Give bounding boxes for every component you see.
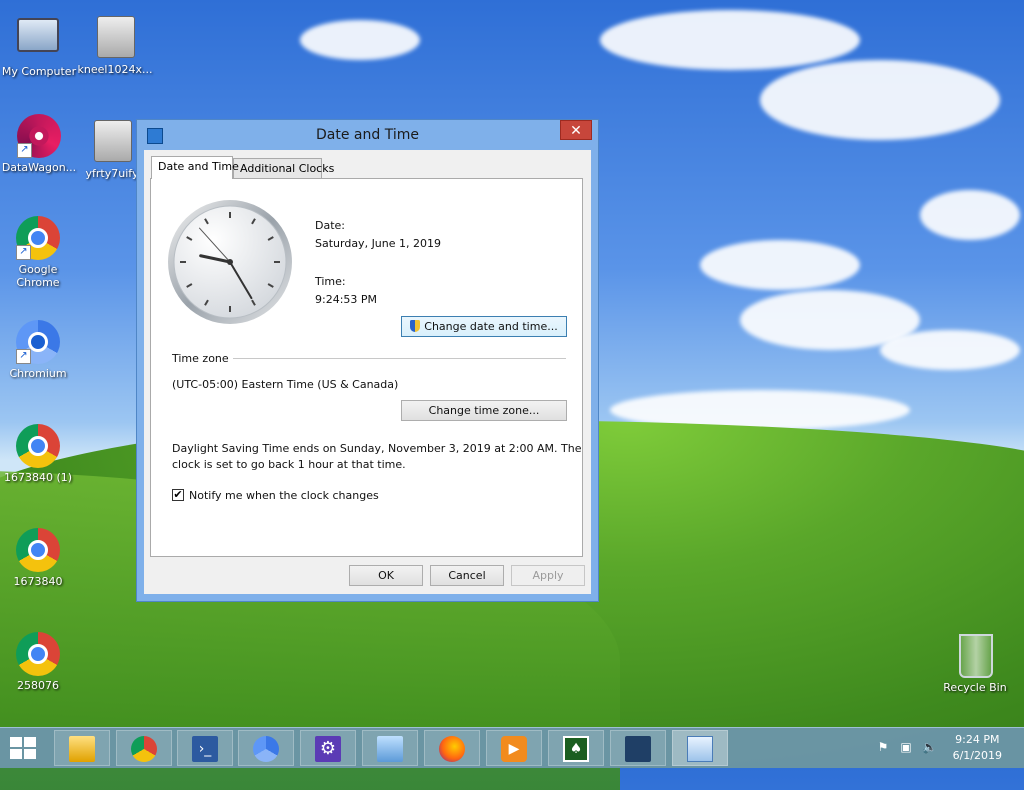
date-time-dialog: Date and Time ✕ Date and Time Additional… [136,119,599,602]
taskbar-control-panel[interactable] [362,730,418,766]
change-date-time-button[interactable]: Change date and time... [401,316,567,337]
start-button[interactable] [10,737,36,759]
desktop-icon-label: Google Chrome [16,263,60,289]
desktop-icon-1673840-1[interactable]: 1673840 (1) [0,424,76,484]
taskbar-chromium[interactable] [238,730,294,766]
apply-button[interactable]: Apply [511,565,585,586]
date-value: Saturday, June 1, 2019 [315,237,442,250]
shortcut-arrow-icon: ↗ [16,245,31,260]
desktop-icon-label: Recycle Bin [943,681,1007,694]
taskbar-settings[interactable]: ⚙ [300,730,356,766]
powershell-icon: ›_ [192,736,218,762]
desktop-icon-label: Chromium [9,367,67,380]
chrome-icon [131,736,157,762]
desktop-icon-label: kneel1024x... [77,63,153,76]
desktop-icon-label: yfrty7uify [85,167,139,180]
chrome-icon [16,528,60,572]
firefox-icon [439,736,465,762]
change-date-time-button-label: Change date and time... [424,320,558,333]
recycle-bin-icon [953,634,997,678]
chromium-icon: ↗ [16,320,60,364]
timezone-value: (UTC-05:00) Eastern Time (US & Canada) [172,378,399,391]
dialog-titlebar[interactable]: Date and Time ✕ [137,120,598,150]
image-file-icon [90,120,134,164]
datawagon-icon: ↗ [17,114,61,158]
desktop-icon-label: DataWagon... [1,161,77,174]
notify-checkbox[interactable]: ✔ [172,489,184,501]
taskbar-clock[interactable]: 9:24 PM 6/1/2019 [953,732,1002,764]
taskbar-solitaire[interactable]: ♠ [548,730,604,766]
control-panel-icon [377,736,403,762]
desktop-icon-my-computer[interactable]: My Computer [1,12,77,78]
taskbar-clock-date: 6/1/2019 [952,749,1002,762]
action-center-flag-icon[interactable]: ⚑ [876,740,890,754]
checkmark-icon: ✔ [173,488,183,501]
file-explorer-icon [69,736,95,762]
solitaire-icon: ♠ [563,736,589,762]
chrome-icon [16,632,60,676]
dialog-client-area: Date and Time Additional Clocks Date: Sa… [144,150,591,594]
shortcut-arrow-icon: ↗ [17,143,32,158]
taskbar-media-player[interactable]: ▶ [486,730,542,766]
taskbar-firefox[interactable] [424,730,480,766]
taskbar-file-explorer[interactable] [54,730,110,766]
media-player-icon: ▶ [501,736,527,762]
tab-date-and-time[interactable]: Date and Time [151,156,239,179]
desktop-icon-258076[interactable]: 258076 [0,632,76,692]
change-time-zone-button[interactable]: Change time zone... [401,400,567,421]
dst-notice-line-2: clock is set to go back 1 hour at that t… [172,458,406,471]
uac-shield-icon [410,320,421,332]
desktop-icon-label: 1673840 [13,575,63,588]
date-label: Date: [315,219,345,232]
analog-clock [168,200,292,324]
dst-notice-line-1: Daylight Saving Time ends on Sunday, Nov… [172,442,582,455]
desktop-icon-kneel[interactable]: kneel1024x... [77,16,153,76]
chrome-icon [16,424,60,468]
taskbar-app[interactable] [610,730,666,766]
chrome-icon: ↗ [16,216,60,260]
close-button[interactable]: ✕ [560,120,592,140]
date-time-icon [687,736,713,762]
app-icon [625,736,651,762]
timezone-group-label: Time zone [172,352,229,365]
desktop-icon-label: My Computer [1,65,77,78]
desktop-icon-chromium[interactable]: ↗ Chromium [0,320,76,380]
computer-icon [17,18,61,62]
dialog-title: Date and Time [316,127,419,143]
chromium-icon [253,736,279,762]
desktop-icon-datawagon[interactable]: ↗ DataWagon... [1,114,77,174]
taskbar-powershell[interactable]: ›_ [177,730,233,766]
cancel-button[interactable]: Cancel [430,565,504,586]
desktop-icon-recycle-bin[interactable]: Recycle Bin [937,632,1013,694]
ok-button[interactable]: OK [349,565,423,586]
image-file-icon [93,16,137,60]
settings-gear-icon: ⚙ [315,736,341,762]
tab-panel: Date: Saturday, June 1, 2019 Time: 9:24:… [150,178,583,557]
time-label: Time: [315,275,346,288]
taskbar-clock-time: 9:24 PM [955,733,1000,746]
taskbar: ›_ ⚙ ▶ ♠ ⚑ ▣ 🔈 9:24 PM 6/1/2019 [0,727,1024,768]
network-icon[interactable]: ▣ [899,740,913,754]
timezone-separator [233,358,566,359]
desktop-icon-google-chrome[interactable]: ↗ Google Chrome [0,216,76,289]
desktop-icon-label: 1673840 (1) [3,471,73,484]
time-value: 9:24:53 PM [315,293,378,306]
shortcut-arrow-icon: ↗ [16,349,31,364]
tab-additional-clocks[interactable]: Additional Clocks [233,158,334,179]
notify-checkbox-label[interactable]: Notify me when the clock changes [189,489,379,502]
close-icon: ✕ [570,123,582,139]
taskbar-date-time[interactable] [672,730,728,766]
desktop-icon-1673840[interactable]: 1673840 [0,528,76,588]
volume-muted-icon[interactable]: 🔈 [922,740,937,754]
desktop-icon-label: 258076 [17,679,59,692]
taskbar-chrome[interactable] [116,730,172,766]
